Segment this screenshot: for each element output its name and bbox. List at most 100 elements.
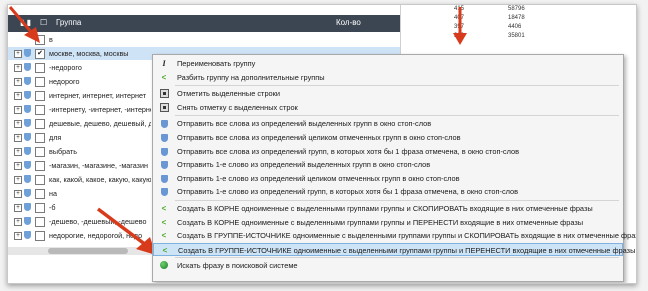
menu-item-label: Создать В КОРНЕ одноименные с выделенным… [177,217,584,227]
row-label: как, какой, какое, какую, какую [49,175,151,184]
stats-value-b: 4406 [508,24,522,30]
chevron-icon: < [162,245,168,255]
menu-item[interactable]: < Создать В КОРНЕ одноименные с выделенны… [153,202,623,215]
context-menu: I Переименовать группу < Разбить группу на … [152,54,636,282]
menu-item[interactable]: Искать фразу в поисковой системе [153,259,623,272]
row-checkbox[interactable] [35,63,45,73]
row-label: москве, москва, москвы [49,49,129,58]
shield-icon [160,174,168,183]
shield-icon [160,147,168,156]
row-label: дешевые, дешево, дешевый, д [49,119,151,128]
menu-separator [175,115,619,117]
annotation-arrow-checkbox [8,6,40,43]
menu-item-label: Отметить выделенные строки [177,89,281,99]
menu-item[interactable]: Отправить 1-е слово из определений выдел… [153,158,623,171]
expand-icon[interactable]: + [14,176,22,184]
menu-item[interactable]: Отправить все слова из определений выдел… [153,117,623,130]
shield-icon [24,217,31,225]
shield-icon [24,77,31,85]
expand-icon[interactable]: + [14,120,22,128]
shield-icon [24,147,31,155]
menu-separator [175,85,619,87]
expand-icon[interactable]: + [14,148,22,156]
annotation-arrow-top [453,7,467,45]
row-label: выбрать [49,147,77,156]
menu-item-label: Отправить 1-е слово из определений групп… [177,187,519,197]
expand-icon[interactable]: + [14,204,22,212]
menu-item[interactable]: Отправить 1-е слово из определений целик… [153,172,623,185]
menu-item-label: Отправить все слова из определений целик… [177,133,461,142]
menu-item-label: Отправить все слова из определений выдел… [177,119,432,129]
row-checkbox[interactable] [35,77,45,87]
menu-item[interactable]: Отправить 1-е слово из определений групп… [153,185,623,198]
shield-icon [24,119,31,127]
menu-item-label: Создать В ГРУППЕ-ИСТОЧНИКЕ одноименные с… [178,245,636,255]
chevron-icon: < [161,204,167,213]
menu-item[interactable]: < Создать В ГРУППЕ-ИСТОЧНИКЕ одноименные … [153,229,636,242]
menu-item[interactable]: Отправить все слова из определений групп… [153,145,623,158]
expand-icon[interactable]: + [14,64,22,72]
shield-icon [160,160,168,170]
shield-icon [24,161,31,169]
shield-icon [24,189,31,197]
shield-icon [24,231,31,239]
row-checkbox[interactable] [35,189,45,199]
menu-item-label: Разбить группу на дополнительные группы [177,72,325,82]
checkbox-icon [160,89,169,99]
menu-item[interactable]: < Создать В ГРУППЕ-ИСТОЧНИКЕ одноименные … [153,242,635,256]
shield-icon [24,133,31,141]
menu-item-label: Отправить все слова из определений групп… [177,146,520,156]
column-header-count[interactable]: Кол-во [336,18,361,27]
split-chevron-icon: < [161,72,167,82]
row-label: интернет, интернет, интернет [49,91,147,100]
stats-value-b: 35801 [508,33,525,39]
expand-icon[interactable]: + [14,218,22,226]
chevron-icon: < [161,231,167,241]
stats-value-b: 58796 [508,6,525,12]
menu-item[interactable]: Отправить все слова из определений целик… [153,131,623,144]
shield-icon [24,91,31,99]
globe-icon [160,261,168,270]
expand-icon[interactable]: + [14,50,22,58]
shield-icon [24,63,31,71]
menu-item[interactable]: Отметить выделенные строки [153,87,623,100]
row-checkbox[interactable] [35,217,45,227]
menu-item[interactable]: < Создать В КОРНЕ одноименные с выделенны… [153,216,623,229]
row-label: -недорого [49,63,82,72]
shield-icon [160,133,168,142]
menu-item-label: Отправить 1-е слово из определений выдел… [177,160,431,170]
row-label: для [49,133,62,142]
expand-icon[interactable]: + [14,92,22,100]
row-checkbox[interactable] [35,161,45,171]
row-label: на [49,189,57,198]
expand-icon[interactable]: + [14,232,22,240]
menu-item-label: Создать В КОРНЕ одноименные с выделенным… [177,204,593,213]
row-checkbox[interactable] [35,175,45,185]
menu-item[interactable]: < Разбить группу на дополнительные группы [153,71,623,84]
menu-item[interactable]: Снять отметку с выделенных строк [153,101,623,114]
row-checkbox[interactable] [35,105,45,115]
menu-item[interactable]: I Переименовать группу [153,57,623,70]
expand-icon[interactable]: + [14,162,22,170]
row-checkbox[interactable]: ✔ [35,49,45,59]
shield-icon [160,187,168,197]
row-checkbox[interactable] [35,147,45,157]
expand-icon[interactable]: + [14,106,22,114]
row-checkbox[interactable] [35,203,45,213]
menu-item-label: Создать В ГРУППЕ-ИСТОЧНИКЕ одноименные с… [177,231,637,241]
row-label: недорого [49,77,80,86]
expand-icon[interactable]: + [14,190,22,198]
row-checkbox[interactable] [35,231,45,241]
row-checkbox[interactable] [35,133,45,143]
row-checkbox[interactable] [35,119,45,129]
row-checkbox[interactable] [35,91,45,101]
menu-item-label: Снять отметку с выделенных строк [177,102,298,112]
right-panel: 4155879640718478397440630635801 [400,5,636,55]
app-window: 4155879640718478397440630635801 ▮ ▮ ☐ Гр… [7,4,637,284]
shield-icon [160,119,168,129]
row-label: -магазин, -магазине, -магазин [49,161,148,170]
expand-icon[interactable]: + [14,78,22,86]
stats-value-b: 18478 [508,15,525,21]
shield-icon [24,203,31,211]
expand-icon[interactable]: + [14,134,22,142]
